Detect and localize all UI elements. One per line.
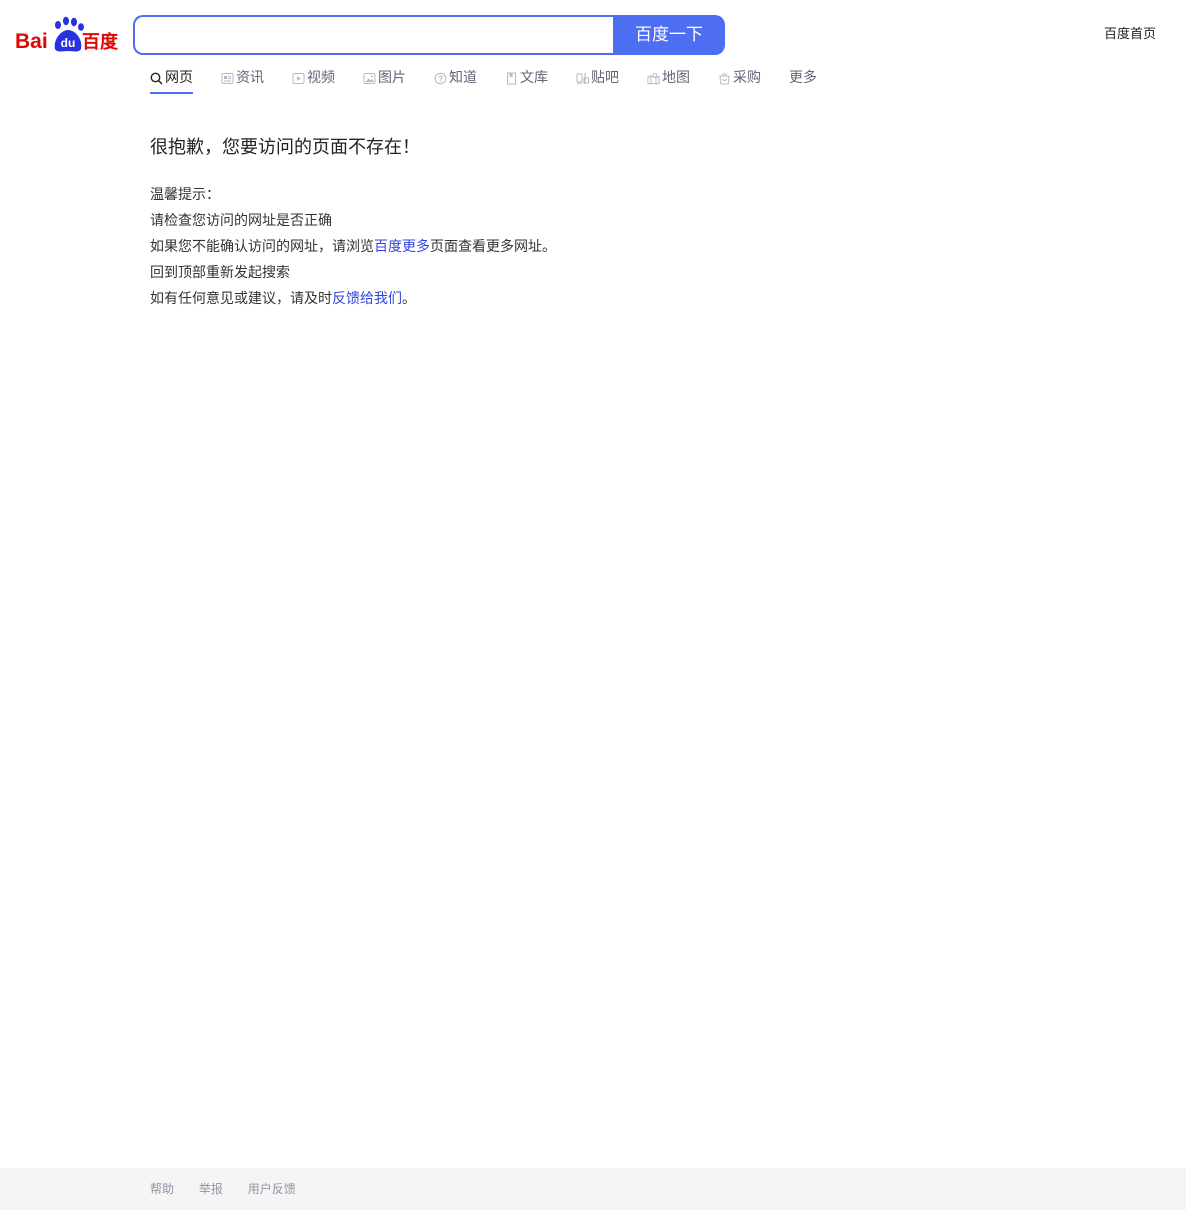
footer: 帮助 举报 用户反馈 — [0, 1168, 1186, 1210]
footer-help-link[interactable]: 帮助 — [150, 1182, 174, 1196]
footer-links: 帮助 举报 用户反馈 — [150, 1180, 317, 1198]
video-icon — [292, 72, 305, 85]
header: du Bai 百度 百度一下 百度首页 网页 资讯 视频 图片 知道 文库 贴吧… — [0, 0, 1186, 100]
search-button[interactable]: 百度一下 — [613, 15, 725, 55]
baidu-logo[interactable]: du Bai 百度 — [15, 16, 119, 54]
footer-feedback-link[interactable]: 用户反馈 — [248, 1182, 296, 1196]
logo-paw-text: du — [61, 36, 76, 50]
tip-check-url: 请检查您访问的网址是否正确 — [150, 213, 332, 229]
tieba-icon — [576, 72, 589, 85]
logo-text-left: Bai — [15, 30, 48, 53]
tab-map[interactable]: 地图 — [647, 68, 690, 88]
search-input[interactable] — [133, 15, 614, 55]
tab-tieba[interactable]: 贴吧 — [576, 68, 619, 88]
tab-video[interactable]: 视频 — [292, 68, 335, 88]
tip-text: 。 — [402, 291, 416, 307]
search-form: 百度一下 — [133, 15, 725, 55]
tab-label: 知道 — [449, 70, 477, 86]
tip-feedback: 如有任何意见或建议，请及时反馈给我们。 — [150, 286, 850, 312]
logo-text-right: 百度 — [82, 31, 119, 53]
tab-more[interactable]: 更多 — [789, 68, 817, 88]
shopping-icon — [718, 72, 731, 85]
tips-heading: 温馨提示： — [150, 187, 220, 203]
footer-report-link[interactable]: 举报 — [199, 1182, 223, 1196]
tab-label: 文库 — [520, 70, 548, 86]
tip-text: 如有任何意见或建议，请及时 — [150, 291, 332, 307]
search-tabs: 网页 资讯 视频 图片 知道 文库 贴吧 地图 采购 更多 — [150, 68, 845, 96]
baidu-more-link[interactable]: 百度更多 — [374, 239, 430, 255]
tip-text: 如果您不能确认访问的网址，请浏览 — [150, 239, 374, 255]
feedback-link[interactable]: 反馈给我们 — [332, 291, 402, 307]
image-icon — [363, 72, 376, 85]
tab-label: 资讯 — [236, 70, 264, 86]
tab-caigou[interactable]: 采购 — [718, 68, 761, 88]
tip-browse-more: 如果您不能确认访问的网址，请浏览百度更多页面查看更多网址。 — [150, 234, 850, 260]
tab-news[interactable]: 资讯 — [221, 68, 264, 88]
tab-label: 视频 — [307, 70, 335, 86]
tab-zhidao[interactable]: 知道 — [434, 68, 477, 88]
document-icon — [505, 72, 518, 85]
map-icon — [647, 72, 660, 85]
tab-label: 网页 — [165, 70, 193, 86]
tab-images[interactable]: 图片 — [363, 68, 406, 88]
tip-search-again: 回到顶部重新发起搜索 — [150, 265, 290, 281]
tab-webpage[interactable]: 网页 — [150, 68, 193, 94]
question-icon — [434, 72, 447, 85]
tab-wenku[interactable]: 文库 — [505, 68, 548, 88]
tab-label: 采购 — [733, 70, 761, 86]
search-icon — [150, 72, 163, 85]
tab-label: 图片 — [378, 70, 406, 86]
news-icon — [221, 72, 234, 85]
baidu-home-link[interactable]: 百度首页 — [1104, 26, 1156, 44]
error-title: 很抱歉，您要访问的页面不存在！ — [150, 137, 420, 158]
error-content: 很抱歉，您要访问的页面不存在！ 温馨提示： 请检查您访问的网址是否正确 如果您不… — [150, 136, 850, 312]
tab-label: 更多 — [789, 70, 817, 86]
tip-text: 页面查看更多网址。 — [430, 239, 556, 255]
tips-block: 温馨提示： 请检查您访问的网址是否正确 如果您不能确认访问的网址，请浏览百度更多… — [150, 182, 850, 312]
tab-label: 地图 — [662, 70, 690, 86]
tab-label: 贴吧 — [591, 70, 619, 86]
